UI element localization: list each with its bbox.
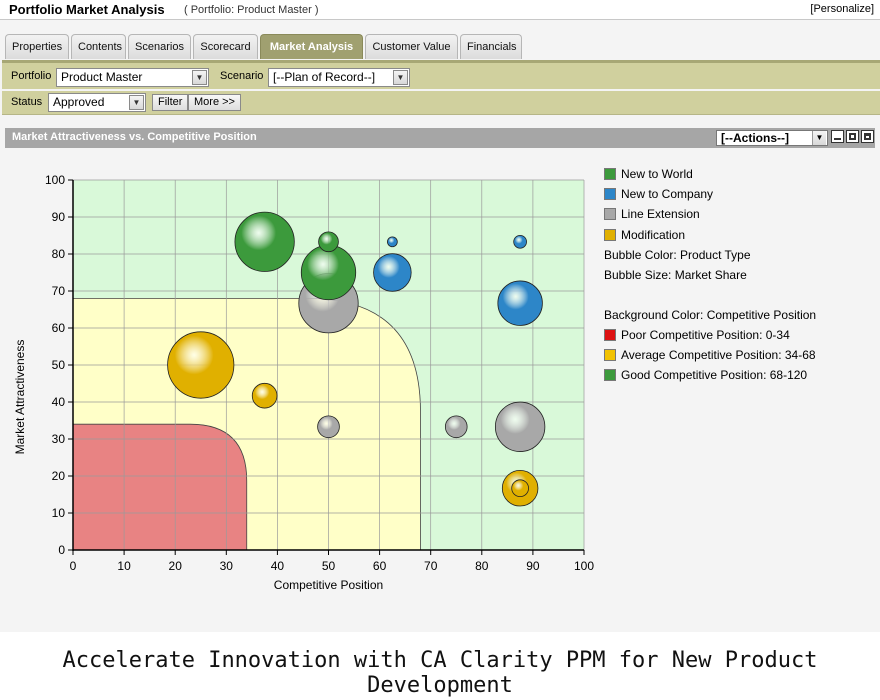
filter-row-2: Status Approved ▼ Filter More >> [2,91,880,115]
x-tick-label: 60 [373,559,387,573]
x-tick-label: 20 [169,559,183,573]
legend-label: Poor Competitive Position: 0-34 [621,328,790,342]
tab-customer-value[interactable]: Customer Value [365,34,458,59]
y-tick-label: 20 [52,469,66,483]
x-tick-label: 100 [574,559,594,573]
bubble-new-to-company [373,253,412,292]
x-tick-label: 80 [475,559,489,573]
bubble-new-to-world [318,231,339,253]
legend-swatch [604,208,616,220]
bubble-chart: 0 10 20 30 40 50 60 70 80 90 100 0 10 20 30 40 50 60 70 80 9… [13,173,594,592]
page-subtitle: ( Portfolio: Product Master ) [184,4,319,16]
scenario-label: Scenario [220,70,264,82]
legend-swatch [604,168,616,180]
actions-select-value: [--Actions--] [721,131,789,145]
x-axis-title: Competitive Position [274,578,383,592]
y-tick-label: 50 [52,358,66,372]
legend-note: Background Color: Competitive Position [604,308,817,322]
tab-financials[interactable]: Financials [460,34,522,59]
chevron-down-icon: ▼ [129,95,144,110]
legend-label: Line Extension [621,207,700,221]
more-button[interactable]: More >> [188,94,241,111]
page-title: Portfolio Market Analysis [9,2,165,17]
x-tick-label: 70 [424,559,438,573]
chevron-down-icon: ▼ [812,131,826,145]
bubble-new-to-world [300,244,357,301]
portlet-title: Market Attractiveness vs. Competitive Po… [12,131,257,143]
status-select[interactable]: Approved ▼ [48,93,146,112]
bubble-line-extension [444,415,468,439]
legend-swatch [604,229,616,241]
x-tick-label: 30 [220,559,234,573]
y-tick-label: 0 [58,543,65,557]
y-tick-label: 90 [52,210,66,224]
legend-label: Good Competitive Position: 68-120 [621,368,808,382]
y-axis-title: Market Attractiveness [13,340,27,455]
bubble-new-to-world [234,211,295,272]
chevron-down-icon: ▼ [393,70,408,85]
bubble-modification [511,479,529,498]
x-tick-label: 40 [271,559,285,573]
bubble-new-to-company [513,234,527,249]
y-tick-label: 60 [52,321,66,335]
x-tick-label: 0 [70,559,77,573]
legend-swatch [604,369,616,381]
minimize-button[interactable] [831,130,844,143]
scenario-select[interactable]: [--Plan of Record--] ▼ [268,68,410,87]
status-select-value: Approved [53,95,105,109]
filter-row-1: Portfolio Product Master ▼ Scenario [--P… [2,60,880,89]
caption: Accelerate Innovation with CA Clarity PP… [62,648,818,698]
bubble-modification [251,382,278,409]
tab-market-analysis[interactable]: Market Analysis [260,34,363,59]
y-tick-label: 80 [52,247,66,261]
portfolio-select-value: Product Master [61,70,143,84]
x-tick-label: 50 [322,559,336,573]
portfolio-select[interactable]: Product Master ▼ [56,68,209,87]
legend-swatch [604,349,616,361]
tab-scenarios[interactable]: Scenarios [128,34,191,59]
tab-scorecard[interactable]: Scorecard [193,34,258,59]
y-tick-label: 40 [52,395,66,409]
chevron-down-icon: ▼ [192,70,207,85]
legend-note: Bubble Size: Market Share [604,268,747,282]
tab-bar: Properties Contents Scenarios Scorecard … [0,34,880,60]
x-tick-label: 10 [117,559,131,573]
y-tick-label: 10 [52,506,66,520]
tab-contents[interactable]: Contents [71,34,126,59]
filter-button[interactable]: Filter [152,94,189,111]
actions-select[interactable]: [--Actions--] ▼ [716,130,828,146]
maximize-button[interactable] [861,130,874,143]
bubble-line-extension [494,401,546,452]
x-tick-label: 90 [526,559,540,573]
legend-label: Average Competitive Position: 34-68 [621,348,816,362]
y-tick-label: 70 [52,284,66,298]
app-window: Portfolio Market Analysis ( Portfolio: P… [0,0,880,632]
y-tick-label: 100 [45,173,65,187]
restore-button[interactable] [846,130,859,143]
bubble-new-to-company [497,280,543,326]
portfolio-label: Portfolio [11,70,52,82]
bubble-new-to-company [387,236,398,248]
legend-swatch [604,188,616,200]
bubble-modification [167,331,235,399]
status-label: Status [11,96,43,108]
zone-poor [73,423,248,550]
legend-label: Modification [621,228,686,242]
legend-swatch [604,329,616,341]
y-tick-label: 30 [52,432,66,446]
legend-label: New to World [621,167,693,181]
bubble-line-extension [317,415,340,439]
personalize-link[interactable]: [Personalize] [810,3,874,15]
legend-note: Bubble Color: Product Type [604,248,751,262]
scenario-select-value: [--Plan of Record--] [273,70,376,84]
title-bar: Portfolio Market Analysis ( Portfolio: P… [0,0,880,20]
tab-properties[interactable]: Properties [5,34,69,59]
legend-label: New to Company [621,187,714,201]
portlet-header: Market Attractiveness vs. Competitive Po… [5,128,875,148]
